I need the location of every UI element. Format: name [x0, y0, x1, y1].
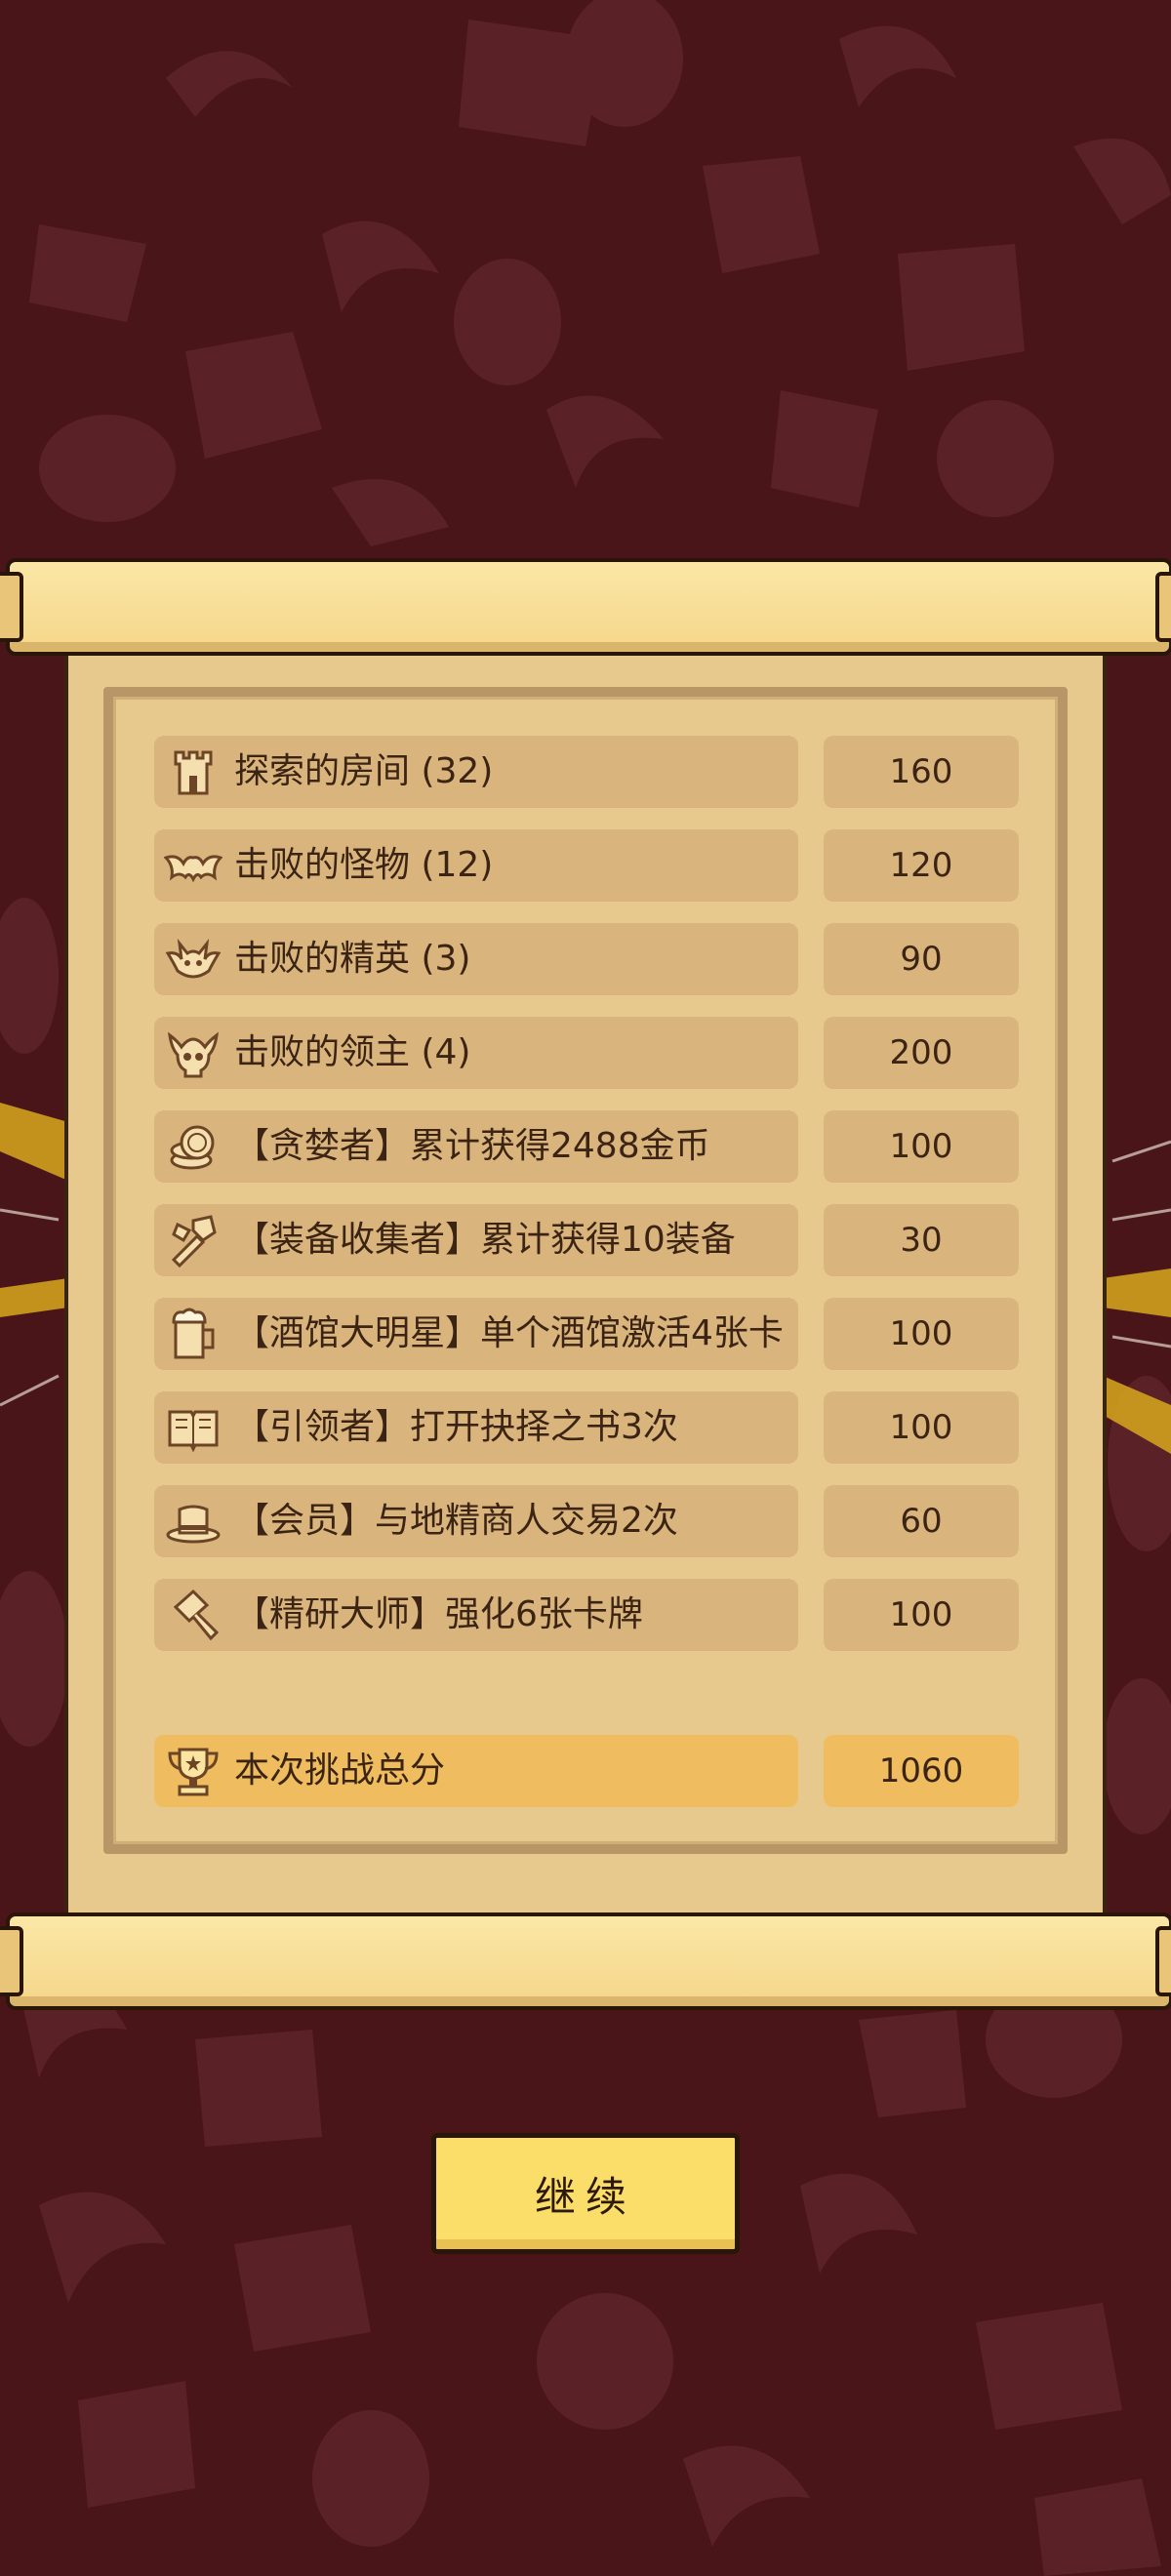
- score-row-greed: 【贪婪者】累计获得2488金币 100: [154, 1110, 1019, 1183]
- row-label: 【装备收集者】累计获得10装备: [234, 1220, 736, 1260]
- row-label: 【精研大师】强化6张卡牌: [234, 1594, 643, 1634]
- row-value: 60: [824, 1485, 1019, 1557]
- tower-icon: [174, 750, 213, 795]
- continue-button[interactable]: 继续: [431, 2133, 740, 2254]
- score-row-elites: 击败的精英 (3) 90: [154, 923, 1019, 995]
- score-row-master: 【精研大师】强化6张卡牌 100: [154, 1579, 1019, 1651]
- row-value: 120: [824, 829, 1019, 902]
- row-label: 【贪婪者】累计获得2488金币: [234, 1126, 710, 1166]
- row-value: 30: [824, 1204, 1019, 1276]
- row-value: 100: [824, 1391, 1019, 1464]
- row-label: 击败的怪物 (12): [234, 845, 494, 885]
- total-value: 1060: [824, 1735, 1019, 1807]
- top-hat-icon: [166, 1505, 221, 1544]
- row-label: 【引领者】打开抉择之书3次: [234, 1407, 678, 1447]
- score-row-collector: 【装备收集者】累计获得10装备 30: [154, 1204, 1019, 1276]
- row-label: 击败的精英 (3): [234, 939, 471, 979]
- score-row-tavern: 【酒馆大明星】单个酒馆激活4张卡 100: [154, 1298, 1019, 1370]
- row-label: 探索的房间 (32): [234, 751, 494, 791]
- total-label: 本次挑战总分: [234, 1751, 446, 1791]
- score-row-bosses: 击败的领主 (4) 200: [154, 1017, 1019, 1089]
- row-value: 100: [824, 1579, 1019, 1651]
- trophy-icon: [168, 1748, 219, 1796]
- row-label: 击败的领主 (4): [234, 1032, 471, 1072]
- hammer-icon: [173, 1589, 220, 1641]
- row-value: 100: [824, 1110, 1019, 1183]
- score-row-leader: 【引领者】打开抉择之书3次 100: [154, 1391, 1019, 1464]
- score-row-rooms: 探索的房间 (32) 160: [154, 736, 1019, 808]
- row-value: 160: [824, 736, 1019, 808]
- row-value: 200: [824, 1017, 1019, 1089]
- coins-icon: [170, 1125, 215, 1170]
- scroll-top-roll: [0, 558, 1171, 656]
- score-row-monsters: 击败的怪物 (12) 120: [154, 829, 1019, 902]
- row-value: 90: [824, 923, 1019, 995]
- demon-icon: [165, 938, 222, 979]
- total-score-row: 本次挑战总分 1060: [154, 1735, 1019, 1807]
- scroll-bottom-roll: [0, 1912, 1171, 2010]
- row-label: 【酒馆大明星】单个酒馆激活4张卡: [234, 1313, 784, 1353]
- book-icon: [168, 1410, 219, 1453]
- equipment-icon: [171, 1215, 217, 1268]
- row-value: 100: [824, 1298, 1019, 1370]
- bat-icon: [164, 855, 222, 883]
- beer-mug-icon: [172, 1308, 215, 1359]
- boss-skull-icon: [168, 1031, 219, 1078]
- row-label: 【会员】与地精商人交易2次: [234, 1501, 678, 1541]
- score-row-member: 【会员】与地精商人交易2次 60: [154, 1485, 1019, 1557]
